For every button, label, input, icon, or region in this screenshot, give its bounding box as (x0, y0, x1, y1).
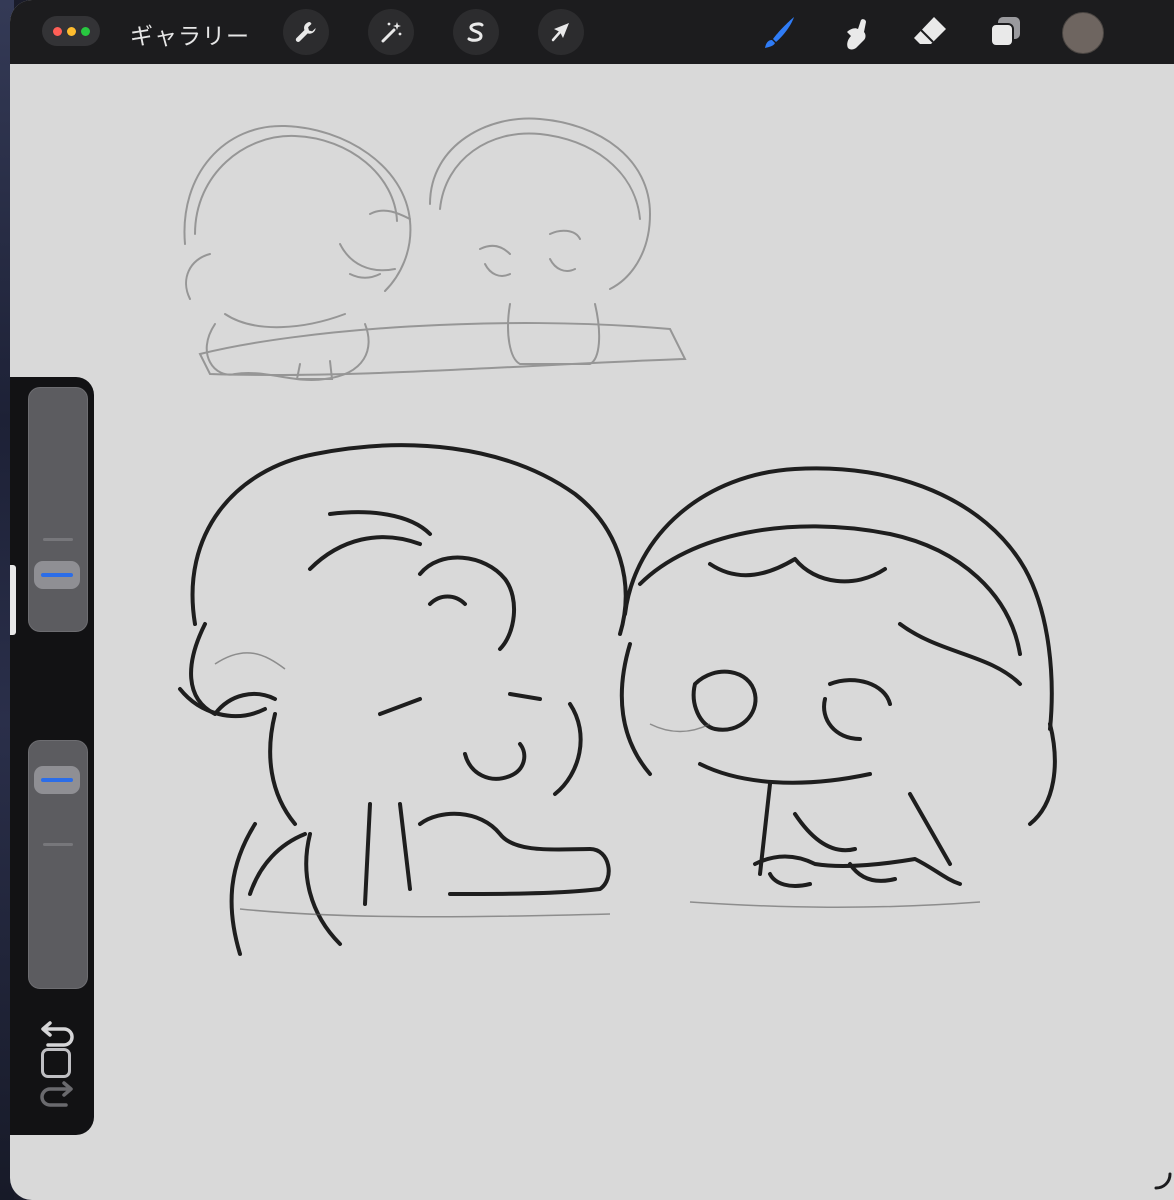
selection-icon (467, 22, 484, 42)
brush-size-slider[interactable] (28, 387, 88, 632)
top-toolbar: ギャラリー (10, 0, 1174, 64)
wrench-icon (295, 22, 316, 42)
procreate-window: ギャラリー (10, 0, 1174, 1200)
drawing-canvas[interactable] (10, 64, 1174, 1200)
adjustments-button[interactable] (368, 9, 414, 55)
undo-icon[interactable] (38, 1021, 76, 1051)
actions-button[interactable] (283, 9, 329, 55)
minimize-dot-icon[interactable] (66, 26, 76, 36)
selection-button[interactable] (453, 9, 499, 55)
opacity-knob[interactable] (34, 766, 80, 794)
magic-wand-icon (381, 22, 402, 43)
gallery-button[interactable]: ギャラリー (130, 17, 250, 51)
slider-tick (43, 843, 73, 846)
knob-indicator (41, 778, 73, 782)
smudge-tool-button[interactable] (834, 12, 874, 52)
ink-sketch (178, 443, 1057, 956)
smudge-icon (847, 19, 866, 50)
left-sidebar (10, 377, 94, 1135)
rough-sketch (183, 117, 687, 381)
resize-corner-icon[interactable] (1150, 1168, 1174, 1192)
color-picker-swatch[interactable] (1062, 12, 1104, 54)
close-dot-icon[interactable] (52, 26, 62, 36)
opacity-slider[interactable] (28, 740, 88, 989)
transform-button[interactable] (538, 9, 584, 55)
brush-icon (765, 17, 794, 48)
slider-tick (43, 538, 73, 541)
layers-button[interactable] (986, 12, 1026, 52)
window-controls[interactable] (42, 16, 100, 46)
eraser-tool-button[interactable] (910, 12, 950, 52)
sidebar-drag-handle[interactable] (10, 565, 16, 635)
brush-size-knob[interactable] (34, 561, 80, 589)
redo-icon[interactable] (38, 1081, 76, 1111)
knob-indicator (41, 573, 73, 577)
layers-icon (990, 17, 1020, 47)
square-modifier-icon[interactable] (41, 1048, 71, 1078)
eraser-icon (914, 17, 946, 44)
transform-arrow-icon (551, 23, 569, 42)
zoom-dot-icon[interactable] (80, 26, 90, 36)
brush-tool-button[interactable] (758, 12, 798, 52)
